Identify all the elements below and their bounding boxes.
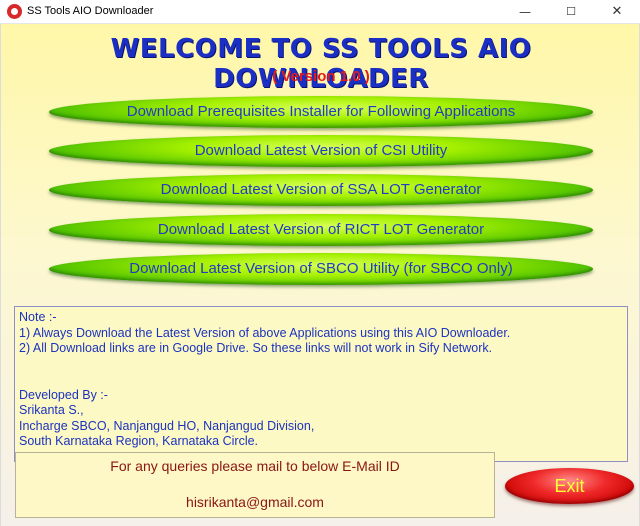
developer-region: South Karnataka Region, Karnataka Circle… — [19, 434, 259, 448]
note-line-1: 1) Always Download the Latest Version of… — [19, 325, 511, 340]
note-blank — [19, 357, 623, 373]
download-sbco-utility-button[interactable]: Download Latest Version of SBCO Utility … — [49, 253, 593, 285]
note-box: Note :- 1) Always Download the Latest Ve… — [14, 306, 628, 462]
button-label: Download Latest Version of RICT LOT Gene… — [157, 221, 485, 238]
minimize-button[interactable]: — — [502, 0, 548, 24]
developer-office: Incharge SBCO, Nanjangud HO, Nanjangud D… — [19, 418, 315, 433]
note-blank — [19, 372, 623, 388]
download-rict-lot-generator-button[interactable]: Download Latest Version of RICT LOT Gene… — [49, 214, 593, 246]
note-heading: Note :- — [19, 310, 57, 324]
close-button[interactable]: ✕ — [594, 0, 640, 24]
main-panel: WELCOME TO SS TOOLS AIO DOWNLOADER ( Ver… — [0, 24, 640, 526]
app-icon — [7, 4, 22, 19]
download-prerequisites-button[interactable]: Download Prerequisites Installer for Fol… — [49, 96, 593, 128]
window-title: SS Tools AIO Downloader — [27, 5, 154, 17]
developer-heading: Developed By :- — [19, 387, 108, 402]
exit-button[interactable]: Exit — [505, 468, 634, 504]
title-bar[interactable]: SS Tools AIO Downloader — ☐ ✕ — [0, 0, 640, 24]
download-csi-utility-button[interactable]: Download Latest Version of CSI Utility — [49, 135, 593, 167]
download-ssa-lot-generator-button[interactable]: Download Latest Version of SSA LOT Gener… — [49, 174, 593, 206]
button-label: Download Prerequisites Installer for Fol… — [126, 103, 516, 120]
button-label: Download Latest Version of SSA LOT Gener… — [160, 181, 482, 198]
developer-name: Srikanta S., — [19, 403, 84, 417]
button-label: Download Latest Version of CSI Utility — [194, 142, 448, 159]
maximize-button[interactable]: ☐ — [548, 0, 594, 24]
version-label: ( Version 1.0 ) — [272, 68, 370, 85]
contact-email: hisrikanta@gmail.com — [186, 494, 324, 510]
note-line-2: 2) All Download links are in Google Driv… — [19, 341, 493, 355]
contact-box: For any queries please mail to below E-M… — [15, 452, 495, 518]
button-label: Download Latest Version of SBCO Utility … — [129, 260, 513, 277]
contact-text: For any queries please mail to below E-M… — [110, 458, 400, 474]
page-title: WELCOME TO SS TOOLS AIO DOWNLOADER — [110, 34, 532, 94]
